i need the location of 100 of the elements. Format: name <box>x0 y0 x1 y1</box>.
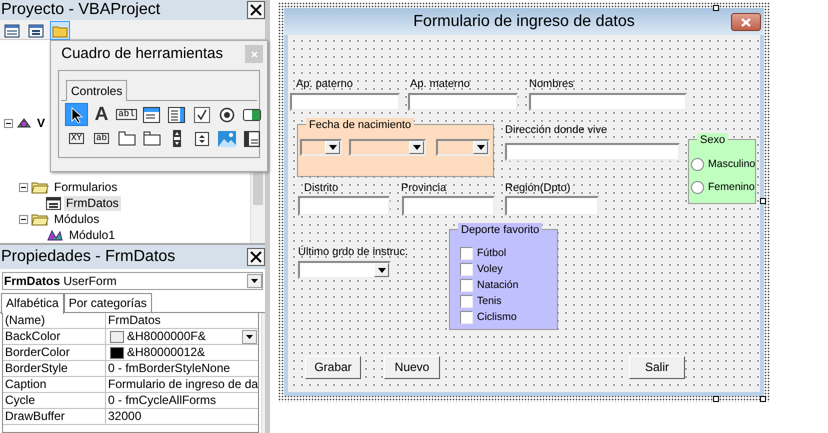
field-label: Ap. paterno <box>296 78 353 91</box>
frame-caption: Deporte favorito <box>458 223 542 237</box>
collapse-icon[interactable] <box>19 182 28 192</box>
tool-button[interactable]: A <box>90 103 113 126</box>
form-button[interactable]: Salir <box>629 356 685 379</box>
option-icon <box>218 106 234 122</box>
field-label: Región(Dpto) <box>505 182 570 195</box>
field-label: Dirección donde vive <box>505 124 608 137</box>
close-button[interactable] <box>731 13 761 31</box>
pointer-icon <box>70 106 82 122</box>
properties-tab[interactable]: Por categorías <box>64 293 152 312</box>
text-field[interactable] <box>505 143 680 161</box>
text-field[interactable] <box>290 93 400 111</box>
property-value: 0 - fmCycleAllForms <box>108 393 216 408</box>
properties-tab[interactable]: Alfabética <box>1 293 64 314</box>
tree-item[interactable]: Módulo1 <box>67 228 118 242</box>
property-name: BorderStyle <box>3 361 106 376</box>
property-name: DrawBuffer <box>3 409 106 424</box>
checkbox[interactable] <box>460 311 473 324</box>
property-name: BackColor <box>3 329 106 344</box>
tree-item[interactable]: Formularios <box>52 180 120 194</box>
checkbox-label: Voley <box>477 263 503 276</box>
close-button[interactable] <box>247 248 265 266</box>
panel-title: Propiedades - FrmDatos <box>1 247 176 267</box>
field-label: Último grdo de instruc. <box>298 246 408 259</box>
collapse-icon[interactable] <box>19 214 28 224</box>
tool-button[interactable]: ab <box>90 127 113 150</box>
scrollbar[interactable] <box>261 313 265 433</box>
checkbox[interactable] <box>460 279 473 292</box>
dropdown-button[interactable] <box>242 330 258 344</box>
form-button[interactable]: Nuevo <box>384 356 440 379</box>
property-value: 32000 <box>108 409 142 424</box>
panel-title: Proyecto - VBAProject <box>1 0 160 20</box>
field-label: Distrito <box>304 182 338 195</box>
tree-item[interactable]: FrmDatos <box>64 196 121 210</box>
tool-button[interactable]: XY <box>65 127 88 150</box>
close-icon <box>741 18 751 26</box>
radio-label: Femenino <box>708 181 755 194</box>
property-value: &H8000000F& <box>127 329 206 344</box>
radio-button[interactable] <box>691 181 704 194</box>
combo-field[interactable] <box>298 261 391 279</box>
text-field[interactable] <box>408 93 518 111</box>
property-name: Cycle <box>3 393 106 408</box>
close-icon <box>250 50 258 58</box>
checkbox-label: Tenis <box>477 295 502 308</box>
folder-icon <box>31 212 49 226</box>
tool-button[interactable] <box>65 103 88 126</box>
radio-button[interactable] <box>691 158 704 171</box>
combobox-icon <box>143 106 160 122</box>
text-field[interactable] <box>505 196 599 216</box>
combo-field[interactable] <box>436 139 490 156</box>
checkbox[interactable] <box>460 295 473 308</box>
combo-field[interactable] <box>300 139 342 156</box>
dropdown-arrow-icon <box>378 268 386 272</box>
text-field[interactable] <box>402 196 495 216</box>
form-icon <box>46 196 61 210</box>
dropdown-arrow-icon <box>246 334 254 338</box>
toolbox-title: Cuadro de herramientas <box>61 44 223 64</box>
multipage-icon <box>142 131 160 146</box>
dropdown-arrow-icon <box>328 145 336 150</box>
resize-handle[interactable] <box>713 396 719 402</box>
resize-handle[interactable] <box>760 396 766 402</box>
tree-item[interactable]: Módulos <box>52 212 102 226</box>
tool-button[interactable]: abl <box>115 103 138 126</box>
property-value: &H80000012& <box>127 345 206 360</box>
radio-label: Masculino <box>708 158 756 171</box>
checkbox[interactable] <box>460 263 473 276</box>
refedit-icon <box>244 130 260 146</box>
property-value: 0 - fmBorderStyleNone <box>108 361 230 376</box>
checkbox-label: Natación <box>477 279 518 292</box>
image-icon <box>218 130 236 146</box>
text-field[interactable] <box>298 196 390 216</box>
form-button[interactable]: Grabar <box>305 356 361 379</box>
dropdown-arrow-icon <box>251 279 258 283</box>
checkbox-icon <box>194 106 210 122</box>
close-button[interactable] <box>247 1 265 19</box>
toolbox-tab[interactable]: Controles <box>66 80 128 101</box>
toggle-icon <box>242 108 260 120</box>
module-icon <box>46 228 64 242</box>
tree-item[interactable]: V <box>35 116 48 130</box>
field-label: Provincia <box>401 182 446 195</box>
resize-handle[interactable] <box>713 5 719 11</box>
text-field[interactable] <box>529 93 687 111</box>
tabstrip-icon <box>118 131 136 146</box>
folder-icon <box>31 180 49 194</box>
combo-field[interactable] <box>349 139 426 156</box>
property-name: (Name) <box>3 313 106 328</box>
resize-handle[interactable] <box>760 198 766 204</box>
checkbox-label: Ciclismo <box>477 311 517 324</box>
form-window-icon <box>28 24 44 38</box>
property-name: Caption <box>3 377 106 392</box>
scrollbar-icon <box>172 130 180 147</box>
spin-icon <box>194 132 208 146</box>
checkbox[interactable] <box>460 247 473 260</box>
form-title: Formulario de ingreso de datos <box>413 12 635 32</box>
collapse-icon[interactable] <box>4 118 13 128</box>
property-value: Formulario de ingreso de da <box>108 377 258 392</box>
dropdown-arrow-icon <box>476 145 484 150</box>
object-dropdown[interactable]: FrmDatos UserForm <box>2 272 263 290</box>
field-label: Nombres <box>529 78 574 91</box>
